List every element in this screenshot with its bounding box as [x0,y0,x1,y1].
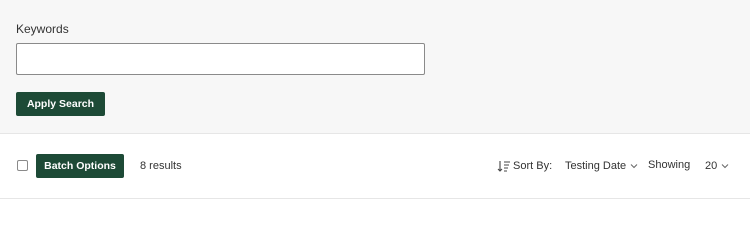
batch-options-button[interactable]: Batch Options [36,154,124,178]
sort-by-label: Sort By: [513,160,553,172]
results-toolbar: Batch Options 8 results Sort By: Testing… [0,135,750,199]
showing-label: Showing [648,159,691,171]
sort-select-value: Testing Date [565,160,627,172]
search-panel: Keywords Apply Search [0,0,750,134]
sort-select[interactable]: Testing Date [565,160,639,172]
select-all-checkbox[interactable] [17,160,28,171]
sort-icon [497,159,511,173]
apply-search-button[interactable]: Apply Search [16,92,105,116]
chevron-down-icon [629,161,639,171]
keywords-label: Keywords [16,22,69,36]
results-count: 8 results [140,160,182,172]
page-size-value: 20 [705,160,718,172]
keywords-input[interactable] [16,43,425,75]
page-size-select[interactable]: 20 [705,160,730,172]
chevron-down-icon [720,161,730,171]
